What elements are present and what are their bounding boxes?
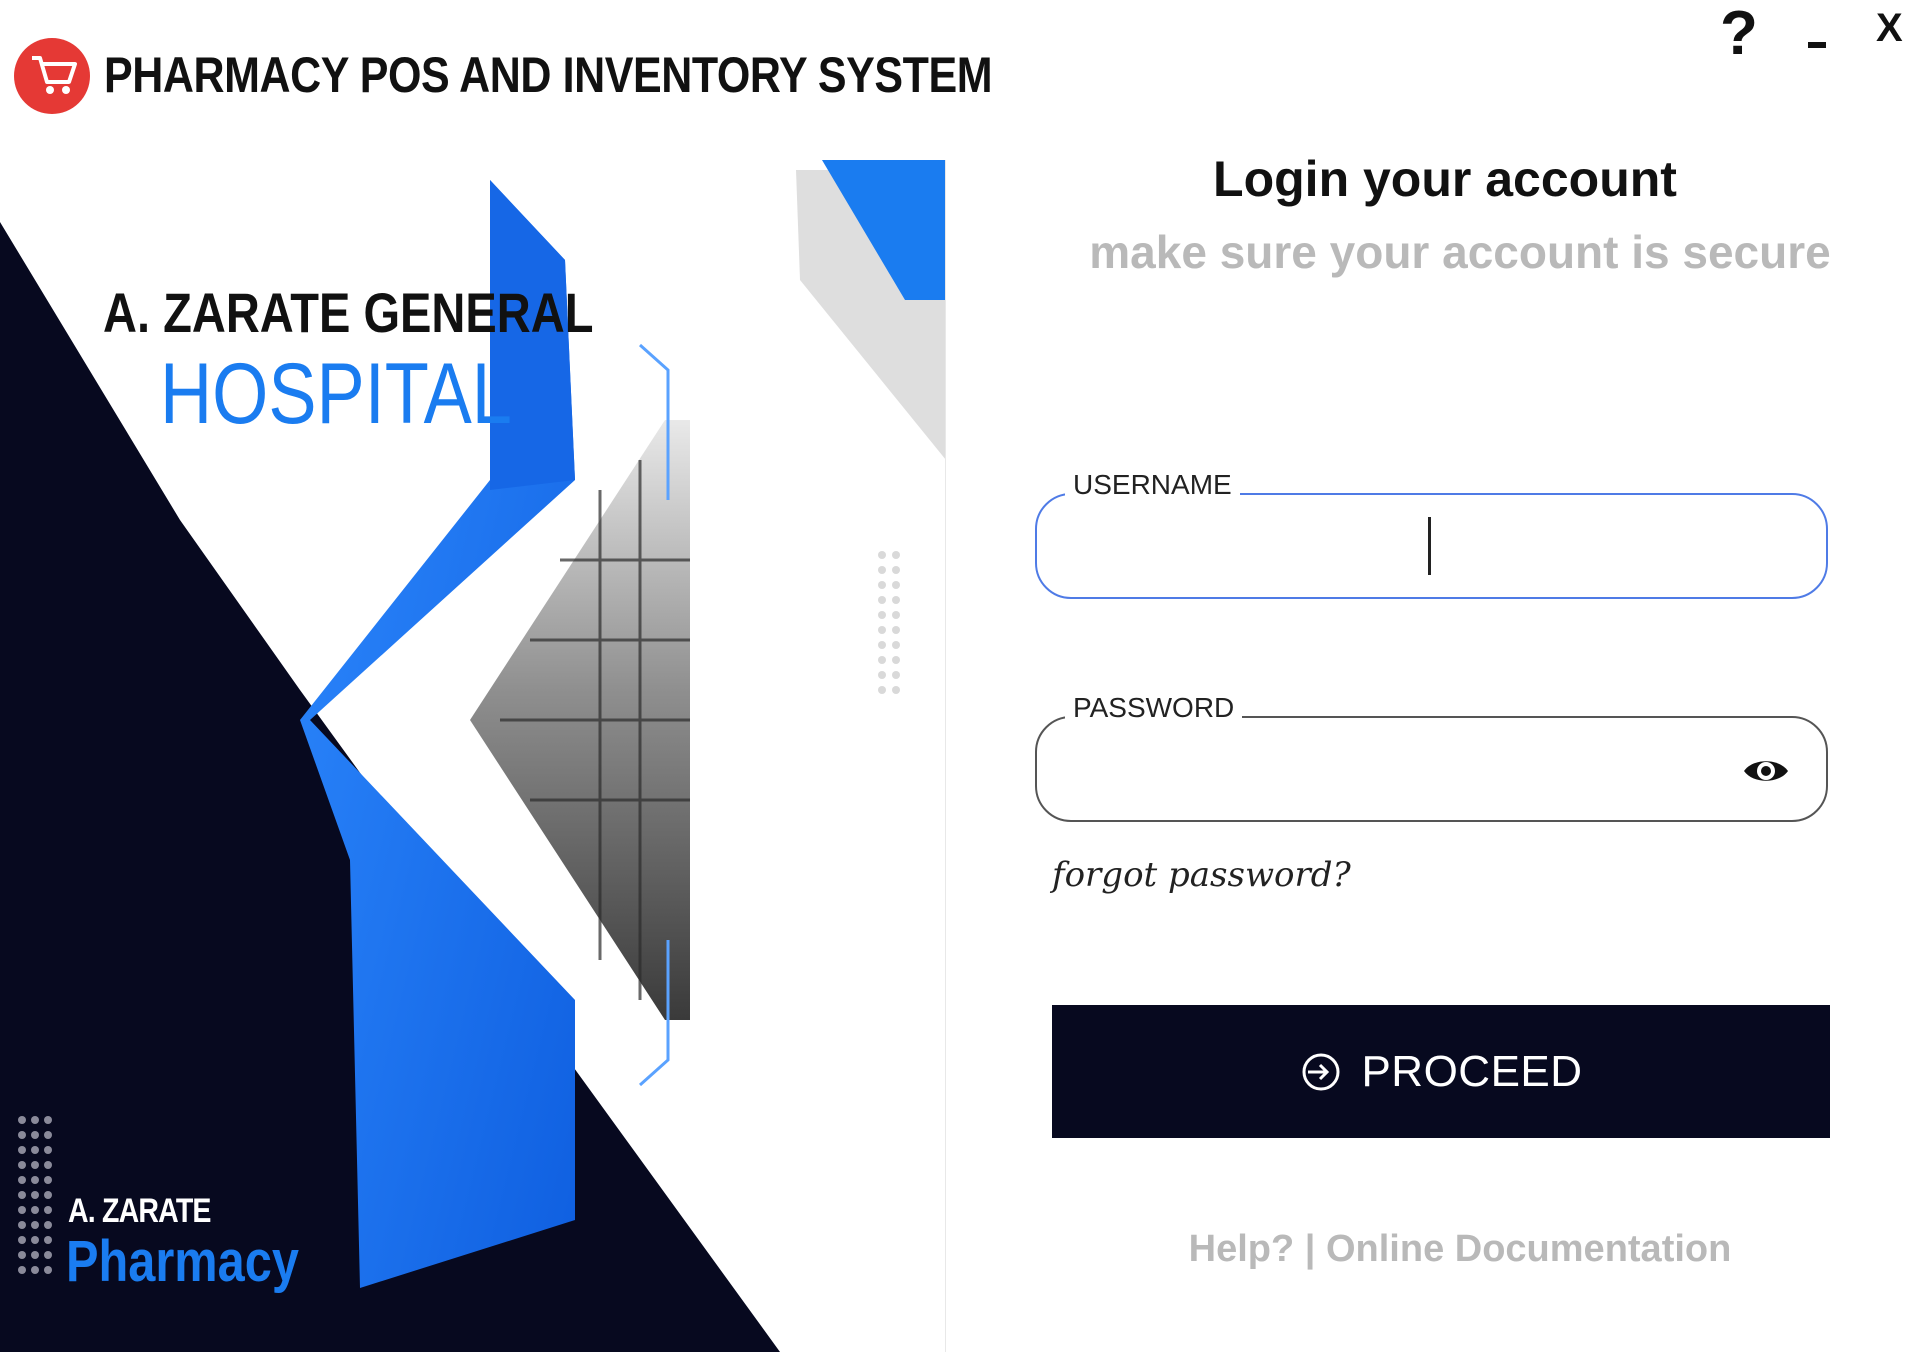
title-bar: PHARMACY POS AND INVENTORY SYSTEM ? X: [0, 0, 1920, 150]
online-documentation-link[interactable]: Online Documentation: [1326, 1228, 1731, 1270]
proceed-button[interactable]: PROCEED: [1052, 1005, 1830, 1138]
app-title: PHARMACY POS AND INVENTORY SYSTEM: [104, 47, 993, 103]
password-field[interactable]: PASSWORD: [1035, 692, 1828, 822]
hospital-name-line2: HOSPITAL: [160, 346, 512, 442]
proceed-label: PROCEED: [1361, 1046, 1583, 1096]
panel-divider: [945, 160, 946, 1352]
help-link[interactable]: Help?: [1189, 1228, 1295, 1270]
password-input[interactable]: [1067, 736, 1751, 804]
help-button[interactable]: ?: [1720, 0, 1758, 69]
eye-icon[interactable]: [1741, 746, 1791, 796]
pharmacy-name-line1: A. ZARATE: [68, 1192, 211, 1230]
login-heading: Login your account: [1213, 151, 1677, 207]
minimize-button[interactable]: [1808, 8, 1830, 48]
login-arrow-icon: [1299, 1050, 1343, 1094]
shopping-cart-icon: [12, 18, 90, 128]
text-caret: [1428, 517, 1431, 575]
login-subheading: make sure your account is secure: [1089, 226, 1831, 278]
close-button[interactable]: X: [1876, 6, 1903, 51]
username-label: USERNAME: [1065, 469, 1240, 501]
pharmacy-name-line2: Pharmacy: [66, 1229, 299, 1294]
footer-help-links: Help? | Online Documentation: [1000, 1228, 1920, 1271]
username-input[interactable]: [1067, 513, 1751, 581]
hospital-name-line1: A. ZARATE GENERAL: [103, 281, 594, 344]
footer-separator: |: [1304, 1228, 1316, 1270]
username-field[interactable]: USERNAME: [1035, 469, 1828, 599]
password-label: PASSWORD: [1065, 692, 1243, 724]
forgot-password-link[interactable]: forgot password?: [1052, 855, 1351, 895]
